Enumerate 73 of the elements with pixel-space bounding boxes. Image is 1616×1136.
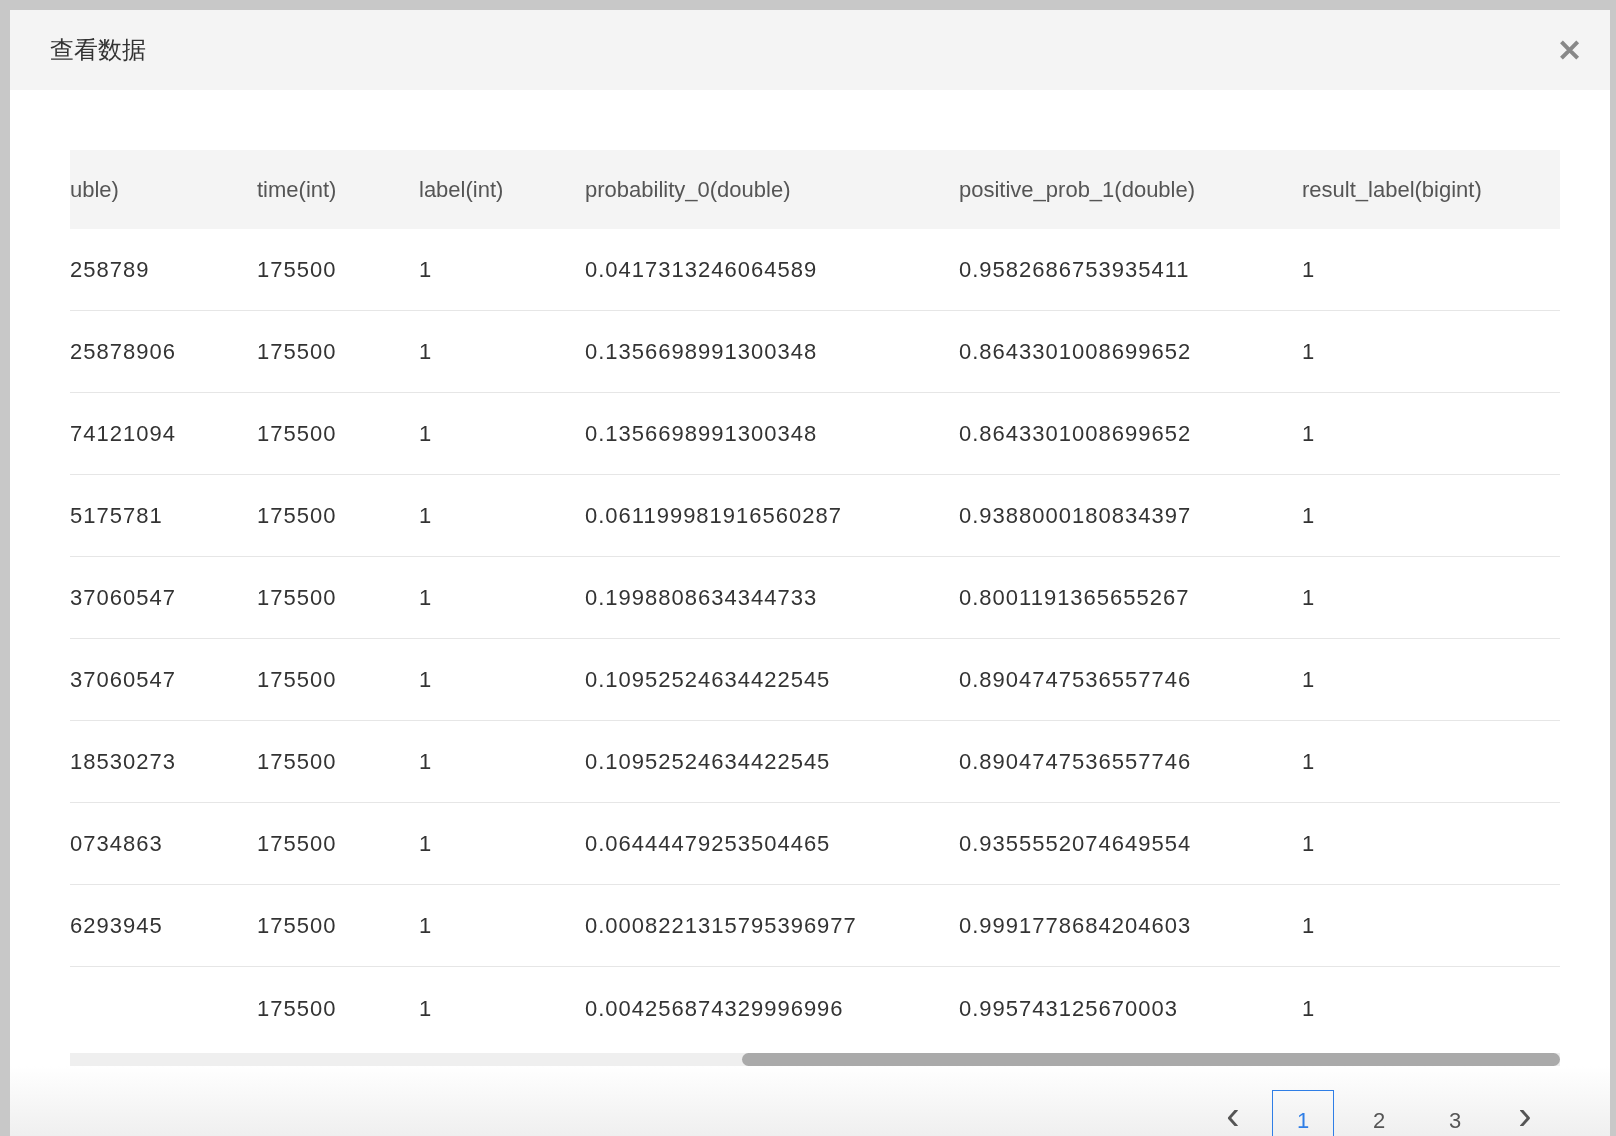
table-cell: 175500 bbox=[257, 421, 337, 446]
table-cell: 175500 bbox=[257, 749, 337, 774]
table-cell: 1 bbox=[419, 831, 433, 856]
table-cell: 74121094 bbox=[70, 421, 176, 446]
table-cell: 0.8001191365655267 bbox=[959, 585, 1190, 610]
table-cell: 175500 bbox=[257, 913, 337, 938]
page-button[interactable]: 1 bbox=[1272, 1090, 1334, 1136]
dialog-title: 查看数据 bbox=[50, 35, 146, 65]
table-cell: 1 bbox=[419, 503, 433, 528]
column-header: label(int) bbox=[419, 177, 504, 202]
table-cell: 1 bbox=[419, 585, 433, 610]
table-cell: 0.8643301008699652 bbox=[959, 339, 1192, 364]
table-cell: 0.8904747536557746 bbox=[959, 667, 1192, 692]
table-cell: 0.1356698991300348 bbox=[585, 339, 818, 364]
table-cell: 175500 bbox=[257, 339, 337, 364]
table-cell: 175500 bbox=[257, 995, 337, 1021]
table-cell: 175500 bbox=[257, 257, 337, 282]
table-cell: 0.1356698991300348 bbox=[585, 421, 818, 446]
table-cell: 37060547 bbox=[70, 667, 176, 692]
table-cell: 1 bbox=[1302, 421, 1316, 446]
table-cell: 1 bbox=[1302, 749, 1316, 774]
table-cell: 1 bbox=[419, 667, 433, 692]
table-cell: 1 bbox=[1302, 585, 1316, 610]
table-cell: 0.9355552074649554 bbox=[959, 831, 1192, 856]
table-cell: 6293945 bbox=[70, 913, 163, 938]
table-cell: 0.1998808634344733 bbox=[585, 585, 818, 610]
page-button[interactable]: 3 bbox=[1424, 1090, 1486, 1136]
table-cell: 0.9388000180834397 bbox=[959, 503, 1192, 528]
table-cell: 258789 bbox=[70, 257, 150, 282]
page-button[interactable]: 2 bbox=[1348, 1090, 1410, 1136]
table-cell: 0.10952524634422545 bbox=[585, 749, 831, 774]
table-cell: 1 bbox=[1302, 831, 1316, 856]
column-header: time(int) bbox=[257, 177, 337, 202]
table-cell: 5175781 bbox=[70, 503, 163, 528]
column-header: uble) bbox=[70, 177, 119, 202]
table-cell: 18530273 bbox=[70, 749, 176, 774]
table-cell: 0.9582686753935411 bbox=[959, 257, 1190, 282]
table-cell: 175500 bbox=[257, 831, 337, 856]
table-cell: 1 bbox=[1302, 667, 1316, 692]
table-cell: 1 bbox=[419, 913, 433, 938]
table-cell: 0.0417313246064589 bbox=[585, 257, 818, 282]
table-cell: 1 bbox=[419, 995, 433, 1021]
table-cell: 1 bbox=[1302, 995, 1316, 1021]
table-cell: 175500 bbox=[257, 667, 337, 692]
table-cell: 0.10952524634422545 bbox=[585, 667, 831, 692]
table-cell: 1 bbox=[419, 257, 433, 282]
table-cell: 0.0008221315795396977 bbox=[585, 913, 857, 938]
scrollbar-thumb[interactable] bbox=[742, 1053, 1560, 1066]
table-cell: 25878906 bbox=[70, 339, 176, 364]
table-cell: 175500 bbox=[257, 503, 337, 528]
table-cell: 0.004256874329996996 bbox=[585, 995, 844, 1021]
table-cell: 0734863 bbox=[70, 831, 163, 856]
previous-page-button[interactable]: ‹ bbox=[1208, 1090, 1258, 1136]
table-cell: 1 bbox=[1302, 503, 1316, 528]
table-cell: 1 bbox=[419, 421, 433, 446]
column-header: positive_prob_1(double) bbox=[959, 177, 1196, 202]
table-cell: 0.9991778684204603 bbox=[959, 913, 1192, 938]
table-cell: 1 bbox=[1302, 257, 1316, 282]
next-page-button[interactable]: › bbox=[1500, 1090, 1550, 1136]
horizontal-scrollbar[interactable] bbox=[70, 1053, 1560, 1066]
column-header: result_label(bigint) bbox=[1302, 177, 1482, 202]
table-cell: 175500 bbox=[257, 585, 337, 610]
table-cell: 0.8904747536557746 bbox=[959, 749, 1192, 774]
table-cell: 1 bbox=[1302, 913, 1316, 938]
table-cell: 0.8643301008699652 bbox=[959, 421, 1192, 446]
table-cell: 0.995743125670003 bbox=[959, 995, 1178, 1021]
table-cell: 1 bbox=[419, 749, 433, 774]
table-cell: 0.061199981916560287 bbox=[585, 503, 842, 528]
table-cell: 37060547 bbox=[70, 585, 176, 610]
table-cell: 1 bbox=[419, 339, 433, 364]
table-cell: 0.06444479253504465 bbox=[585, 831, 831, 856]
table-cell: 1 bbox=[1302, 339, 1316, 364]
column-header: probability_0(double) bbox=[585, 177, 791, 202]
